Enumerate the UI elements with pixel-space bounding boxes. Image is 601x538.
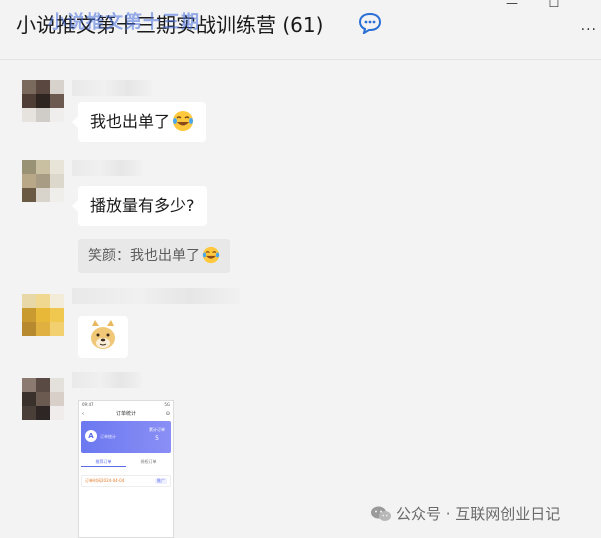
back-icon: ‹ <box>82 411 84 417</box>
quoted-message[interactable]: 笑颜：我也出单了 <box>78 239 230 273</box>
image-message[interactable]: 09:47 5G ‹ 订单统计 ⊙ A 订单统计 累计订单 5 推荐订单 授权订… <box>78 400 174 538</box>
footer-watermark: 公众号 · 互联网创业日记 <box>370 503 560 524</box>
order-tag: 推广 <box>155 478 167 484</box>
order-line: 订单时间2024-04-04 <box>85 478 125 483</box>
phone-status-bar: 09:47 5G <box>79 401 173 409</box>
message-bubble[interactable]: 播放量有多少? <box>72 186 207 226</box>
phone-status-signal: 5G <box>164 402 170 407</box>
phone-tab-recommended: 推荐订单 <box>81 457 126 467</box>
message-text: 我也出单了 <box>90 112 171 131</box>
sender-name-blurred <box>72 160 142 176</box>
chat-title[interactable]: 小说推文第十三期实战训练营 (61) <box>16 9 323 38</box>
chat-bubble-icon[interactable] <box>358 12 384 34</box>
sender-name-blurred <box>72 372 142 388</box>
banner-stat-value: 5 <box>155 435 159 442</box>
phone-tab-authorized: 授权订单 <box>140 459 157 464</box>
wechat-icon <box>371 506 391 521</box>
banner-stat: 累计订单 5 <box>149 427 165 442</box>
chat-header: 小说推文第十三期实战训练营 (61) 小说推文第十三期 — ☐ ··· <box>0 0 601 60</box>
avatar[interactable] <box>22 378 64 420</box>
quote-text: 笑颜：我也出单了 <box>88 248 200 264</box>
phone-status-time: 09:47 <box>82 402 94 407</box>
phone-stats-banner: A 订单统计 累计订单 5 <box>81 421 171 453</box>
doge-icon <box>91 320 115 349</box>
sender-name-blurred <box>72 288 240 304</box>
laughing-tears-emoji <box>173 111 194 131</box>
target-icon: ⊙ <box>165 411 170 417</box>
footer-watermark-text: 公众号 · 互联网创业日记 <box>396 505 561 523</box>
banner-label: 订单统计 <box>100 434 116 439</box>
avatar[interactable] <box>22 80 64 122</box>
avatar[interactable] <box>22 160 64 202</box>
phone-nav-title: 订单统计 <box>115 411 136 417</box>
more-icon[interactable]: ··· <box>581 22 597 38</box>
doge-sticker[interactable] <box>78 316 128 358</box>
phone-tabs: 推荐订单 授权订单 <box>81 457 171 467</box>
sender-name-blurred <box>72 80 152 96</box>
maximize-icon[interactable]: ☐ <box>546 0 562 10</box>
avatar[interactable] <box>22 294 64 336</box>
message-text: 播放量有多少? <box>90 196 195 215</box>
phone-order-row: 订单时间2024-04-04 推广 <box>81 475 171 487</box>
message-bubble[interactable]: 我也出单了 <box>71 102 207 142</box>
phone-nav-bar: ‹ 订单统计 ⊙ <box>79 409 173 419</box>
banner-stat-label: 累计订单 <box>149 427 165 432</box>
app-logo-icon: A <box>85 430 97 442</box>
laughing-tears-emoji <box>202 246 220 264</box>
minimize-icon[interactable]: — <box>504 0 520 10</box>
